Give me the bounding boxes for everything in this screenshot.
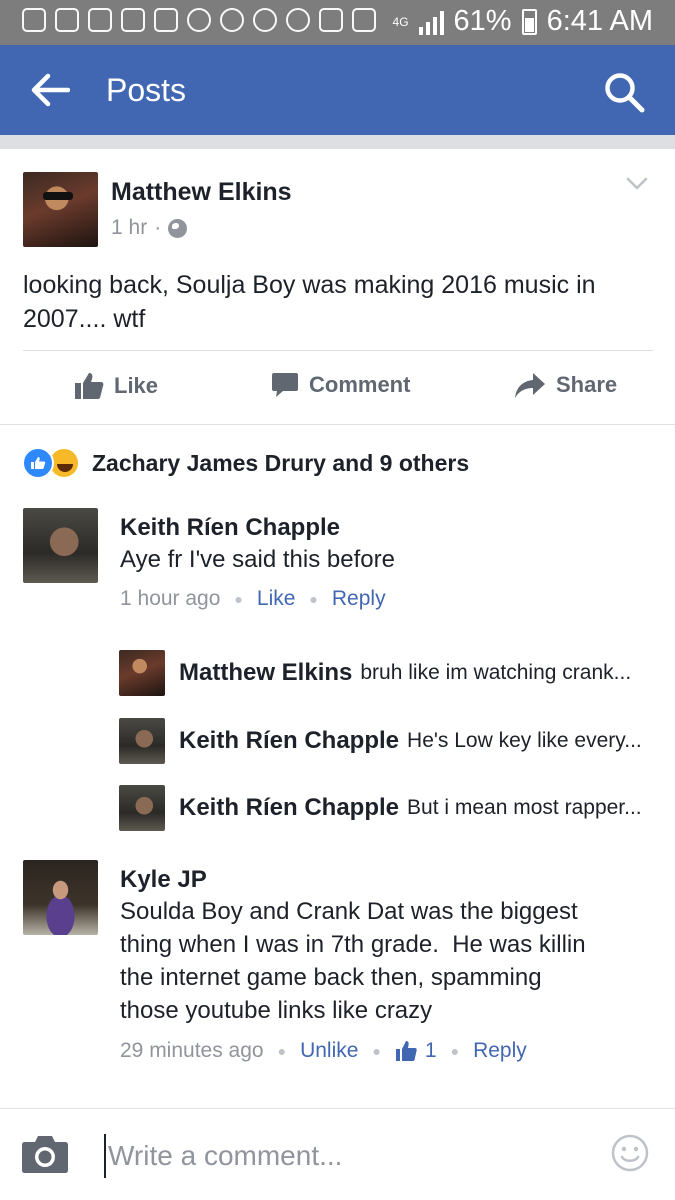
news-icon <box>319 8 343 32</box>
thumbs-up-icon <box>395 1041 417 1061</box>
like-count: 1 <box>424 1039 437 1062</box>
avatar[interactable] <box>119 718 165 764</box>
comment-text: Aye fr I've said this before <box>120 546 395 573</box>
comment-text-line: Soulda Boy and Crank Dat was the biggest <box>120 898 578 925</box>
post-time[interactable]: 1 hr <box>111 216 147 240</box>
instagram-icon <box>253 8 277 32</box>
comment-meta: 1 hour ago ● Like ● Reply <box>120 587 386 611</box>
share-label: Share <box>556 372 618 397</box>
arrow-left-icon[interactable] <box>30 73 70 107</box>
divider <box>0 424 675 425</box>
comment-time: 29 minutes ago <box>120 1039 264 1062</box>
reply-author[interactable]: Keith Ríen Chapple <box>179 794 399 822</box>
app-bar: Posts <box>0 45 675 135</box>
comment-text-line: those youtube links like crazy <box>120 997 433 1024</box>
gallery-icon <box>55 8 79 32</box>
battery-percent: 61% <box>453 5 512 37</box>
clock: 6:41 AM <box>546 5 653 37</box>
reply-text: bruh like im watching crank... <box>360 661 632 684</box>
wifi-icon <box>286 8 310 32</box>
instagram-icon <box>220 8 244 32</box>
separator-dot: ● <box>277 1043 287 1059</box>
reply-author[interactable]: Matthew Elkins <box>179 659 352 687</box>
like-button[interactable]: Like <box>74 371 158 401</box>
comment-text: Soulda Boy and Crank Dat was the biggest… <box>120 895 586 1027</box>
mail-icon <box>352 8 376 32</box>
comment-input[interactable] <box>104 1134 574 1178</box>
post-author[interactable]: Matthew Elkins <box>111 178 292 207</box>
smiley-icon[interactable] <box>611 1134 649 1172</box>
sync-icon <box>187 8 211 32</box>
status-right: 4G 61% 6:41 AM <box>393 5 653 38</box>
separator-dot: · <box>154 216 162 239</box>
comment-reply-link[interactable]: Reply <box>473 1039 527 1063</box>
post-meta: 1 hr · <box>111 216 188 240</box>
thumbs-up-icon <box>75 373 104 399</box>
like-label: Like <box>114 373 159 398</box>
separator-dot: ● <box>234 591 243 607</box>
comment-reply-link[interactable]: Reply <box>332 587 386 611</box>
like-reaction-icon <box>22 447 54 479</box>
comment-time: 1 hour ago <box>120 587 221 610</box>
share-button[interactable]: Share <box>514 371 617 399</box>
reactions-summary[interactable]: Zachary James Drury and 9 others <box>22 447 469 479</box>
reply-item[interactable]: Matthew Elkins bruh like im watching cra… <box>119 650 631 696</box>
page-title: Posts <box>106 72 187 108</box>
reply-item[interactable]: Keith Ríen Chapple But i mean most rappe… <box>119 785 642 831</box>
comment-button[interactable]: Comment <box>271 371 410 399</box>
notification-icons <box>22 8 376 32</box>
reactions-text: Zachary James Drury and 9 others <box>92 449 470 476</box>
reply-author[interactable]: Keith Ríen Chapple <box>179 727 399 755</box>
comment-like-link[interactable]: Like <box>257 587 296 611</box>
chat-icon <box>22 8 46 32</box>
avatar[interactable] <box>23 860 98 935</box>
comment-author[interactable]: Keith Ríen Chapple <box>120 514 340 542</box>
share-arrow-icon <box>515 373 545 398</box>
avatar[interactable] <box>119 650 165 696</box>
chevron-down-icon[interactable] <box>626 172 648 194</box>
reply-item[interactable]: Keith Ríen Chapple He's Low key like eve… <box>119 718 642 764</box>
comment-like-count[interactable]: 1 <box>395 1039 437 1063</box>
separator-dot: ● <box>450 1043 460 1059</box>
separator-dot: ● <box>309 591 318 607</box>
search-icon[interactable] <box>603 71 645 113</box>
network-type: 4G <box>392 14 409 29</box>
post-text: looking back, Soulja Boy was making 2016… <box>23 271 596 333</box>
divider <box>0 1108 675 1109</box>
divider <box>23 350 653 351</box>
image-icon <box>154 8 178 32</box>
divider <box>0 135 675 149</box>
comment-text-line: the internet game back then, spamming <box>120 964 542 991</box>
separator-dot: ● <box>372 1043 381 1059</box>
status-bar: 4G 61% 6:41 AM <box>0 0 675 45</box>
bag-icon <box>88 8 112 32</box>
avatar[interactable] <box>23 508 98 583</box>
battery-icon <box>521 8 537 35</box>
comment-icon <box>272 373 298 397</box>
comment-text-line: thing when I was in 7th grade. He was ki… <box>120 931 586 958</box>
reply-text: But i mean most rapper... <box>407 796 642 819</box>
post-actions: Like Comment Share <box>0 352 675 424</box>
avatar[interactable] <box>23 172 98 247</box>
wrench-icon <box>121 8 145 32</box>
comment-author[interactable]: Kyle JP <box>120 866 207 894</box>
camera-icon[interactable] <box>21 1134 69 1174</box>
reply-text: He's Low key like every... <box>407 729 642 752</box>
globe-icon <box>168 218 188 238</box>
signal-icon <box>418 9 444 35</box>
comment-meta: 29 minutes ago ● Unlike ● 1 ● Reply <box>120 1039 527 1063</box>
comment-label: Comment <box>309 372 411 397</box>
comment-unlike-link[interactable]: Unlike <box>300 1039 358 1063</box>
avatar[interactable] <box>119 785 165 831</box>
